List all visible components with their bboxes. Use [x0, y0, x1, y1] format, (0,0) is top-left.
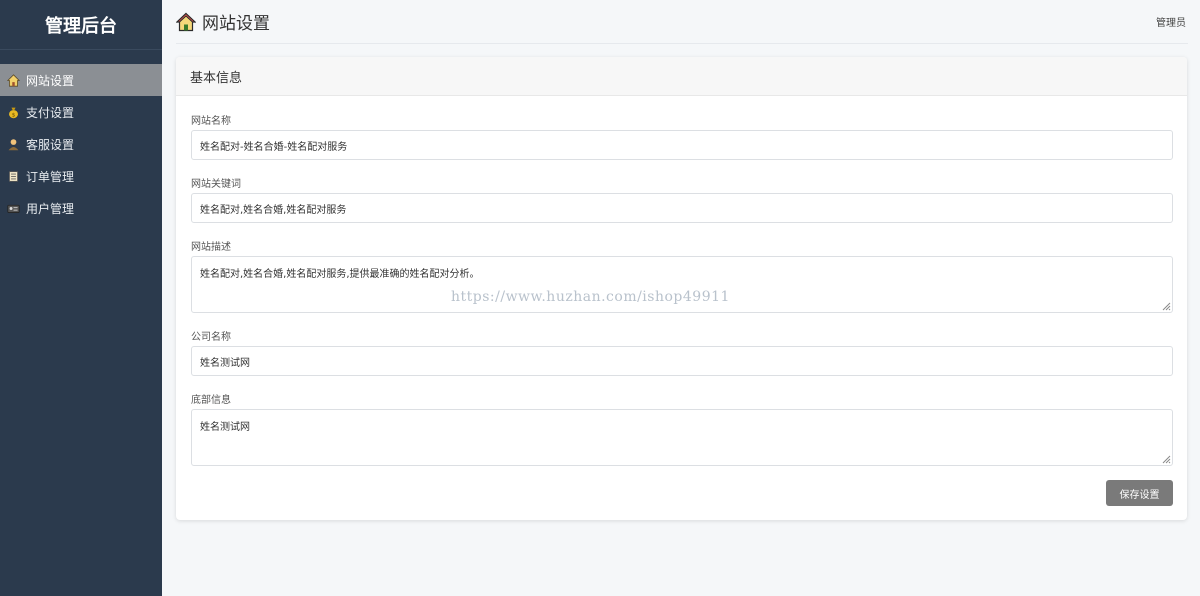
- sidebar-item-label: 订单管理: [26, 169, 75, 184]
- site-name-value: 姓名配对-姓名合婚-姓名配对服务: [200, 141, 348, 153]
- site-name-label: 网站名称: [191, 116, 231, 127]
- sidebar-item-label: 支付设置: [26, 105, 75, 120]
- sidebar-item-label: 网站设置: [26, 73, 75, 88]
- house-icon: [6, 73, 20, 87]
- keywords-label: 网站关键词: [191, 179, 241, 190]
- money-bag-icon: $: [6, 105, 20, 119]
- top-bar: 网站设置 管理员: [175, 0, 1188, 44]
- footer-label: 底部信息: [191, 395, 231, 406]
- resize-handle-icon[interactable]: [1161, 454, 1171, 464]
- page-title-text: 网站设置: [202, 14, 270, 34]
- sidebar-menu: 网站设置 $ 支付设置 客服设置 订单管理 用户管理: [0, 64, 162, 224]
- description-label: 网站描述: [191, 242, 231, 253]
- user-icon: [6, 137, 20, 151]
- footer-value: 姓名测试网: [200, 422, 250, 433]
- sidebar-item-label: 客服设置: [26, 137, 75, 152]
- site-name-input[interactable]: 姓名配对-姓名合婚-姓名配对服务: [191, 130, 1173, 160]
- keywords-value: 姓名配对,姓名合婚,姓名配对服务: [200, 204, 347, 216]
- footer-textarea[interactable]: 姓名测试网: [191, 409, 1173, 466]
- card-title: 基本信息: [176, 57, 1187, 96]
- description-value: 姓名配对,姓名合婚,姓名配对服务,提供最准确的姓名配对分析。: [200, 269, 480, 280]
- sidebar-item-payment-settings[interactable]: $ 支付设置: [0, 96, 162, 128]
- sidebar-item-service-settings[interactable]: 客服设置: [0, 128, 162, 160]
- sidebar-item-users[interactable]: 用户管理: [0, 192, 162, 224]
- sidebar-item-orders[interactable]: 订单管理: [0, 160, 162, 192]
- company-input[interactable]: 姓名测试网: [191, 346, 1173, 376]
- sidebar-item-site-settings[interactable]: 网站设置: [0, 64, 162, 96]
- company-label: 公司名称: [191, 332, 231, 343]
- admin-user-link[interactable]: 管理员: [1156, 14, 1186, 29]
- page-title: 网站设置: [175, 9, 270, 34]
- company-value: 姓名测试网: [200, 357, 250, 369]
- brand-title: 管理后台: [0, 0, 162, 50]
- resize-handle-icon[interactable]: [1161, 301, 1171, 311]
- id-card-icon: [6, 201, 20, 215]
- notebook-icon: [6, 169, 20, 183]
- save-settings-button[interactable]: 保存设置: [1106, 480, 1173, 506]
- watermark-text: https://www.huzhan.com/ishop49911: [451, 289, 730, 305]
- svg-text:$: $: [11, 112, 15, 118]
- house-icon: [175, 12, 197, 32]
- sidebar: 管理后台 网站设置 $ 支付设置 客服设置 订单管理 用户管理: [0, 0, 162, 596]
- sidebar-item-label: 用户管理: [26, 201, 75, 216]
- keywords-input[interactable]: 姓名配对,姓名合婚,姓名配对服务: [191, 193, 1173, 223]
